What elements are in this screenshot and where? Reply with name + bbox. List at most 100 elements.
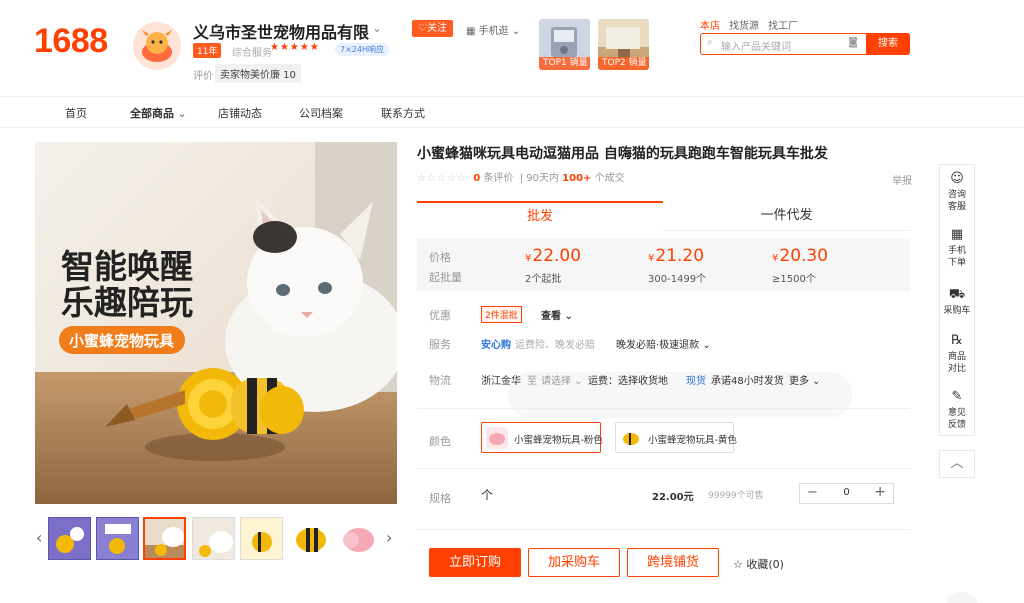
- edit-icon: ✎: [951, 389, 963, 404]
- top1-label: TOP1 销量: [539, 57, 590, 70]
- shop-avatar[interactable]: [133, 22, 181, 70]
- chevron-down-icon: ⌄: [508, 26, 521, 37]
- nav-divider-bottom: [0, 127, 1024, 128]
- side-consult-l2: 客服: [947, 202, 966, 212]
- report-link[interactable]: 举报: [892, 172, 912, 187]
- side-feedback-l2: 反馈: [947, 420, 966, 430]
- logistics-label: 物流: [429, 374, 451, 387]
- search-tab-source[interactable]: 找货源: [729, 21, 759, 32]
- search-input[interactable]: ⌕ 输入产品关键词 ◙: [700, 33, 866, 55]
- side-consult[interactable]: ☺ 咨询 客服: [940, 171, 974, 213]
- favorite-button[interactable]: ☆ 收藏(0): [733, 556, 784, 572]
- nav-store-news[interactable]: 店铺动态: [218, 105, 262, 121]
- divider: [417, 468, 910, 469]
- top2-product[interactable]: TOP2 销量: [598, 19, 649, 70]
- top1-product[interactable]: TOP1 销量: [539, 19, 590, 70]
- side-toolbar: ☺ 咨询 客服 ▦ 手机 下单 ⛟ 采购车 ℞ 商品 对比 ✎ 意见 反馈: [939, 164, 975, 436]
- in-stock-label: 现货: [686, 376, 706, 387]
- tab-dropship[interactable]: 一件代发: [663, 201, 910, 231]
- review-count[interactable]: 0: [473, 173, 480, 184]
- thumbnail-7[interactable]: [336, 517, 379, 560]
- anxin-badge[interactable]: 安心购: [481, 336, 511, 351]
- moq-label: 起批量: [429, 271, 462, 284]
- divider: [417, 529, 910, 530]
- main-product-image[interactable]: 智能唤醒 乐趣陪玩 小蜜蜂宠物玩具: [35, 142, 397, 504]
- side-cart[interactable]: ⛟ 采购车: [940, 287, 974, 317]
- image-tagline: 小蜜蜂宠物玩具: [69, 332, 174, 350]
- color-label: 颜色: [429, 435, 451, 448]
- nav-all-products[interactable]: 全部商品 ⌄: [130, 105, 187, 121]
- thumbnail-2[interactable]: [96, 517, 139, 560]
- service-dropdown[interactable]: 晚发必赔·极速退款 ⌄: [616, 336, 711, 351]
- price-panel: 价格 起批量 ¥22.00 2个起批 ¥21.20 300-1499个 ¥20.…: [417, 239, 910, 291]
- tier-1-moq: 2个起批: [525, 274, 562, 285]
- tier-3-moq: ≥1500个: [772, 274, 816, 285]
- thumbs-prev-arrow[interactable]: ‹: [36, 528, 42, 547]
- thumbs-next-arrow[interactable]: ›: [386, 528, 392, 547]
- nav-contact[interactable]: 联系方式: [381, 105, 425, 121]
- search-tab-factory[interactable]: 找工厂: [768, 21, 798, 32]
- sold-prefix: 90天内: [526, 173, 559, 184]
- discount-tag: 2件混批: [481, 306, 522, 323]
- overlay-shadow: [947, 592, 977, 603]
- service-sub: 运费险、晚发必赔: [515, 340, 595, 351]
- thumbnail-4[interactable]: [192, 517, 235, 560]
- search-scope-tabs: 本店 找货源 找工厂: [700, 17, 807, 32]
- product-title: 小蜜蜂猫咪玩具电动逗猫用品 自嗨猫的玩具跑跑车智能玩具车批发: [417, 146, 828, 162]
- sku-pink[interactable]: 小蜜蜂宠物玩具-粉色: [481, 422, 603, 453]
- destination-select[interactable]: 请选择 ⌄: [541, 372, 583, 387]
- side-compare-l1: 商品: [947, 352, 966, 362]
- thumbnail-5[interactable]: [240, 517, 283, 560]
- spec-price: 22.00元: [652, 492, 694, 503]
- search-tab-store[interactable]: 本店: [700, 21, 720, 32]
- side-compare-l2: 对比: [947, 364, 966, 374]
- add-to-cart-button[interactable]: 加采购车: [528, 548, 620, 577]
- nav-company-profile[interactable]: 公司档案: [299, 105, 343, 121]
- thumbnail-3-selected[interactable]: [143, 517, 186, 560]
- site-logo[interactable]: 1688: [34, 22, 108, 61]
- shop-name[interactable]: 义乌市圣世宠物用品有限: [193, 19, 369, 43]
- discount-label: 优惠: [429, 309, 451, 322]
- order-now-button[interactable]: 立即订购: [429, 548, 521, 577]
- tab-wholesale[interactable]: 批发: [417, 201, 663, 231]
- thumbnail-6[interactable]: [288, 517, 331, 560]
- sku-pink-thumb: [486, 427, 508, 449]
- camera-icon[interactable]: ◙: [848, 37, 858, 48]
- side-consult-l1: 咨询: [947, 190, 966, 200]
- nav-home[interactable]: 首页: [65, 105, 87, 121]
- chevron-down-icon[interactable]: ⌄: [372, 21, 382, 35]
- follow-button[interactable]: ♡关注: [412, 20, 453, 37]
- search-placeholder: 输入产品关键词: [721, 42, 791, 53]
- sku-yellow-label: 小蜜蜂宠物玩具-黄色: [648, 435, 737, 446]
- more-dropdown[interactable]: 更多 ⌄: [789, 372, 821, 387]
- image-headline-2: 乐趣陪玩: [61, 283, 193, 322]
- shipping-promise: 承诺48小时发货: [711, 376, 784, 387]
- shop-stars: ★★★★★: [270, 42, 320, 53]
- tier-2-price: ¥21.20: [648, 246, 705, 266]
- spec-stock: 99999个可售: [708, 491, 764, 501]
- eval-tag: 卖家物美价廉 10: [215, 64, 301, 83]
- origin: 浙江金华: [481, 376, 521, 387]
- eval-label: 评价: [193, 71, 213, 82]
- tier-1-price: ¥22.00: [525, 246, 582, 266]
- sku-yellow[interactable]: 小蜜蜂宠物玩具-黄色: [615, 422, 737, 453]
- side-compare[interactable]: ℞ 商品 对比: [940, 333, 974, 375]
- search-icon: ⌕: [707, 37, 713, 48]
- increment-button[interactable]: +: [874, 484, 886, 500]
- spec-value: 个: [481, 488, 494, 502]
- tier-3-price: ¥20.30: [772, 246, 829, 266]
- divider: [417, 408, 910, 409]
- discount-view-link[interactable]: 查看 ⌄: [541, 307, 573, 322]
- quantity-stepper[interactable]: − 0 +: [799, 483, 894, 504]
- crossborder-button[interactable]: 跨境铺货: [627, 548, 719, 577]
- side-feedback[interactable]: ✎ 意见 反馈: [940, 389, 974, 431]
- side-mobile-order[interactable]: ▦ 手机 下单: [940, 227, 974, 269]
- side-mobile-l2: 下单: [947, 258, 966, 268]
- cart-icon: ⛟: [948, 287, 966, 302]
- search-button[interactable]: 搜索: [866, 33, 910, 55]
- mobile-link[interactable]: ▦ 手机逛 ⌄: [466, 22, 520, 37]
- to-label: 至: [527, 376, 537, 387]
- price-label: 价格: [429, 251, 451, 264]
- thumbnail-1[interactable]: [48, 517, 91, 560]
- back-to-top-button[interactable]: ︿: [939, 450, 975, 478]
